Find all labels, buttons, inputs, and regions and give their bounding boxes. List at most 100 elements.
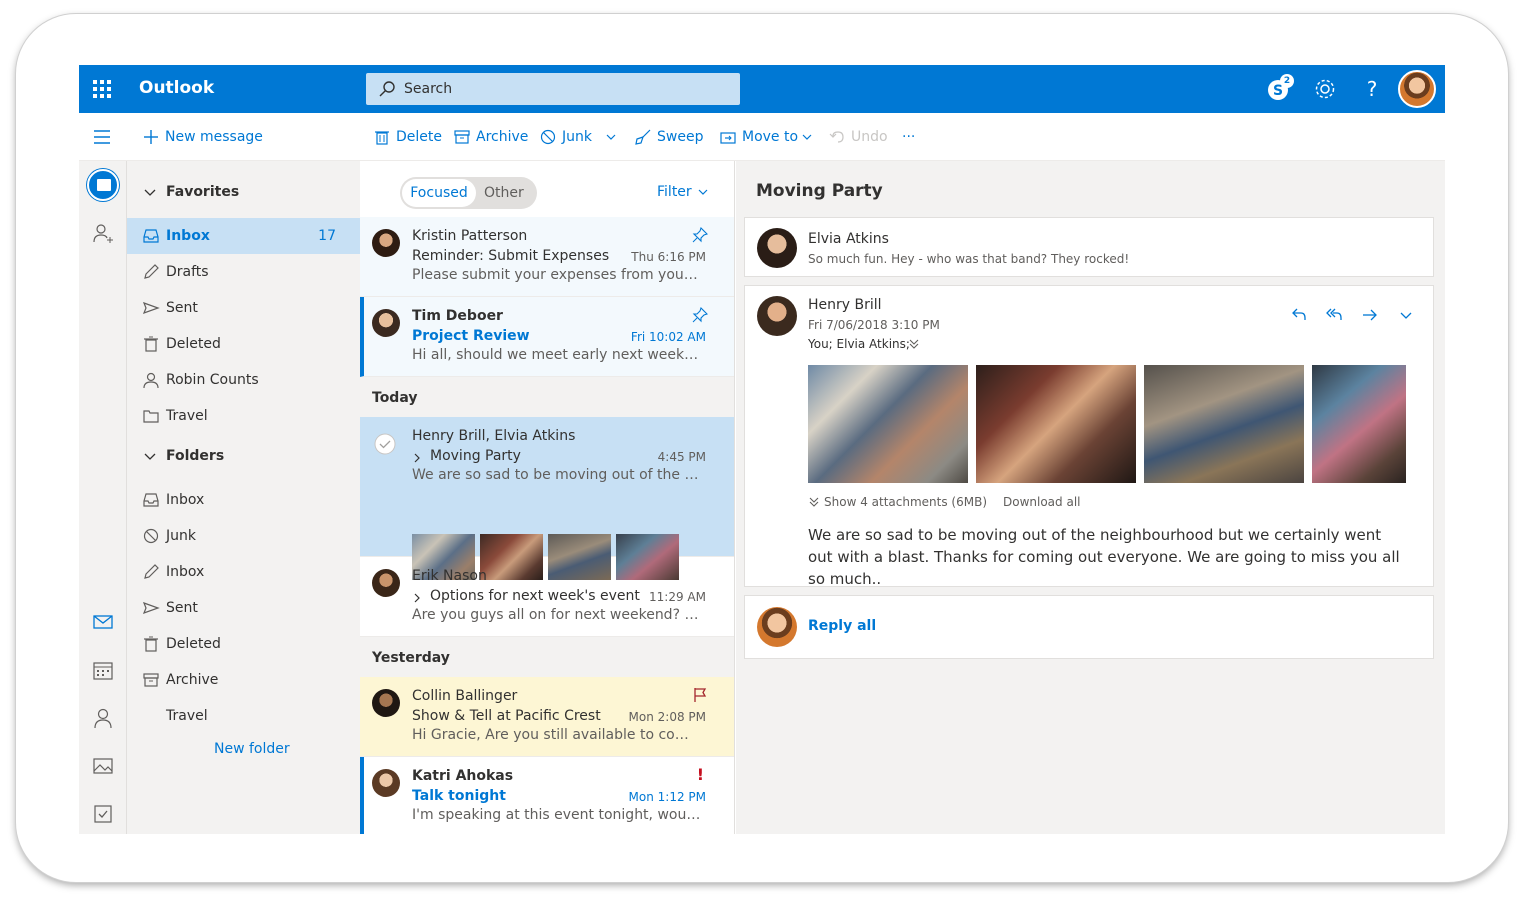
message-subject: Options for next week's event — [430, 588, 640, 604]
inbox-icon — [143, 493, 159, 507]
favorites-group-header[interactable]: Favorites — [143, 184, 239, 200]
help-icon[interactable]: ? — [1359, 76, 1385, 102]
attachment-photo[interactable] — [1312, 365, 1406, 483]
flag-icon[interactable] — [692, 687, 708, 703]
message-sender: Tim Deboer — [412, 308, 503, 324]
folder-item-deleted[interactable]: Deleted — [127, 326, 360, 362]
new-message-button[interactable]: New message — [143, 126, 263, 148]
reply-all-bar[interactable]: Reply all — [744, 595, 1434, 659]
sweep-button[interactable]: Sweep — [635, 126, 703, 148]
junk-button[interactable]: Junk — [540, 126, 592, 148]
app-title[interactable]: Outlook — [139, 78, 214, 98]
message-item[interactable]: Erik Nason Options for next week's event… — [360, 557, 734, 637]
move-folder-icon — [720, 132, 736, 144]
chevron-right-icon[interactable] — [412, 592, 422, 604]
archive-icon — [454, 130, 470, 144]
message-body: We are so sad to be moving out of the ne… — [808, 526, 1400, 588]
account-avatar[interactable] — [1398, 70, 1436, 108]
person-icon — [143, 372, 159, 389]
pin-icon[interactable] — [692, 227, 708, 243]
forward-icon[interactable] — [1361, 306, 1379, 324]
search-icon — [379, 81, 395, 97]
undo-icon — [829, 131, 844, 143]
my-avatar — [757, 607, 797, 647]
section-header-yesterday: Yesterday — [360, 637, 734, 677]
message-sender: Erik Nason — [412, 568, 487, 584]
archive-button[interactable]: Archive — [454, 126, 528, 148]
tasks-checkbox-icon[interactable] — [92, 803, 114, 825]
blocked-icon — [540, 129, 556, 145]
more-actions-button[interactable]: ··· — [902, 126, 915, 148]
search-input[interactable] — [404, 79, 724, 99]
folder-label: Inbox — [166, 492, 205, 508]
folder-item-robin-counts[interactable]: Robin Counts — [127, 362, 360, 398]
message-preview: Are you guys all on for next weekend? I … — [412, 607, 702, 623]
expand-recipients-icon[interactable] — [908, 338, 920, 350]
pin-icon[interactable] — [692, 307, 708, 323]
folders-group-header[interactable]: Folders — [143, 448, 224, 464]
more-actions-label: ··· — [902, 129, 916, 145]
collapsed-message[interactable]: Elvia Atkins So much fun. Hey - who was … — [744, 217, 1434, 277]
move-to-label: Move to — [742, 129, 799, 145]
chevron-down-icon[interactable] — [1397, 306, 1415, 324]
message-sender: Katri Ahokas — [412, 768, 514, 784]
calendar-icon[interactable] — [92, 659, 114, 681]
select-check-icon[interactable] — [374, 433, 396, 455]
mail-icon[interactable] — [92, 611, 114, 633]
search-box[interactable] — [366, 73, 740, 105]
reply-all-icon[interactable] — [1325, 306, 1343, 324]
message-time: Thu 6:16 PM — [631, 250, 706, 264]
message-item-flagged[interactable]: Collin Ballinger Show & Tell at Pacific … — [360, 677, 734, 757]
section-label: Today — [372, 390, 418, 406]
delete-button[interactable]: Delete — [374, 126, 442, 148]
show-attachments-link[interactable]: Show 4 attachments (6MB) — [824, 495, 987, 509]
filter-button[interactable]: Filter — [657, 184, 709, 200]
outlook-app-icon[interactable] — [87, 169, 119, 201]
move-to-button[interactable]: Move to — [720, 126, 813, 148]
people-icon[interactable] — [92, 707, 114, 729]
folder-item-archive[interactable]: Archive — [127, 662, 360, 698]
expand-attachments-icon[interactable] — [808, 496, 820, 508]
photos-icon[interactable] — [92, 755, 114, 777]
chevron-right-icon[interactable] — [412, 452, 422, 464]
attachment-photo[interactable] — [808, 365, 968, 483]
unread-count: 17 — [318, 228, 336, 244]
message-item[interactable]: Tim Deboer Project Review Fri 10:02 AM H… — [360, 297, 734, 377]
tab-focused[interactable]: Focused — [402, 179, 476, 207]
settings-gear-icon[interactable] — [1312, 76, 1338, 102]
folder-item-favorite-inbox[interactable]: Inbox 17 — [127, 218, 360, 254]
reply-all-button[interactable]: Reply all — [808, 618, 876, 634]
folder-item-travel[interactable]: Travel — [127, 398, 360, 434]
folder-item-sent-2[interactable]: Sent — [127, 590, 360, 626]
folder-item-junk[interactable]: Junk — [127, 518, 360, 554]
sender-avatar — [372, 569, 400, 597]
message-item[interactable]: Katri Ahokas ! Talk tonight Mon 1:12 PM … — [360, 757, 734, 834]
trash-icon — [375, 131, 389, 145]
folder-label: Inbox — [166, 228, 210, 244]
archive-icon — [143, 673, 159, 687]
folder-label: Deleted — [166, 636, 221, 652]
message-item[interactable]: Kristin Patterson Reminder: Submit Expen… — [360, 217, 734, 297]
download-all-link[interactable]: Download all — [1003, 495, 1080, 509]
hamburger-menu-icon[interactable] — [93, 129, 111, 145]
folder-item-deleted-2[interactable]: Deleted — [127, 626, 360, 662]
folder-item-drafts[interactable]: Drafts — [127, 254, 360, 290]
attachment-photo[interactable] — [1144, 365, 1304, 483]
junk-dropdown[interactable] — [605, 126, 617, 148]
new-folder-link[interactable]: New folder — [214, 741, 290, 757]
message-preview: We are so sad to be moving out of the ne… — [412, 467, 702, 483]
tab-other[interactable]: Other — [484, 177, 524, 209]
folder-label: Junk — [166, 528, 196, 544]
people-add-icon[interactable] — [92, 222, 114, 244]
folder-item-inbox[interactable]: Inbox — [127, 482, 360, 518]
folder-item-sent[interactable]: Sent — [127, 290, 360, 326]
message-item-selected[interactable]: Henry Brill, Elvia Atkins Moving Party 4… — [360, 417, 734, 580]
sender-avatar — [757, 228, 797, 268]
app-launcher-icon[interactable] — [93, 80, 111, 98]
attachment-photo[interactable] — [976, 365, 1136, 483]
folder-item-travel-2[interactable]: Travel — [127, 698, 360, 734]
folder-item-inbox-2[interactable]: Inbox — [127, 554, 360, 590]
message-subject: Show & Tell at Pacific Crest — [412, 708, 601, 724]
undo-button[interactable]: Undo — [829, 126, 888, 148]
reply-icon[interactable] — [1289, 306, 1307, 324]
